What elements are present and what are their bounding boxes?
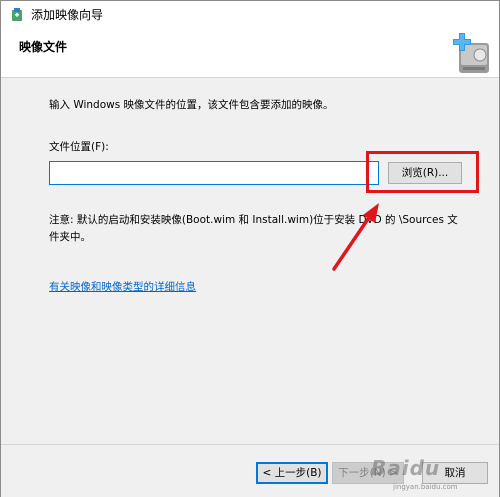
- wizard-footer: < 上一步(B) 下一步(N) > 取消: [1, 445, 499, 497]
- more-info-link[interactable]: 有关映像和映像类型的详细信息: [49, 280, 196, 294]
- wizard-icon: [12, 8, 22, 21]
- window-title: 添加映像向导: [31, 8, 104, 22]
- note-text: 注意: 默认的启动和安装映像(Boot.wim 和 Install.wim)位于…: [49, 214, 458, 243]
- file-location-input[interactable]: [49, 161, 379, 185]
- back-button[interactable]: < 上一步(B): [256, 462, 328, 484]
- page-title: 映像文件: [19, 40, 68, 54]
- title-bar: 添加映像向导: [1, 1, 499, 29]
- wizard-content: 输入 Windows 映像文件的位置，该文件包含要添加的映像。 文件位置(F):…: [1, 78, 499, 444]
- file-location-label: 文件位置(F):: [49, 141, 109, 153]
- description-text: 输入 Windows 映像文件的位置，该文件包含要添加的映像。: [49, 99, 334, 111]
- browse-button[interactable]: 浏览(R)...: [388, 162, 462, 184]
- next-button[interactable]: 下一步(N) >: [332, 462, 404, 484]
- cancel-button[interactable]: 取消: [422, 462, 488, 484]
- add-image-wizard-icon: [453, 33, 489, 73]
- wizard-header: 映像文件: [1, 29, 499, 77]
